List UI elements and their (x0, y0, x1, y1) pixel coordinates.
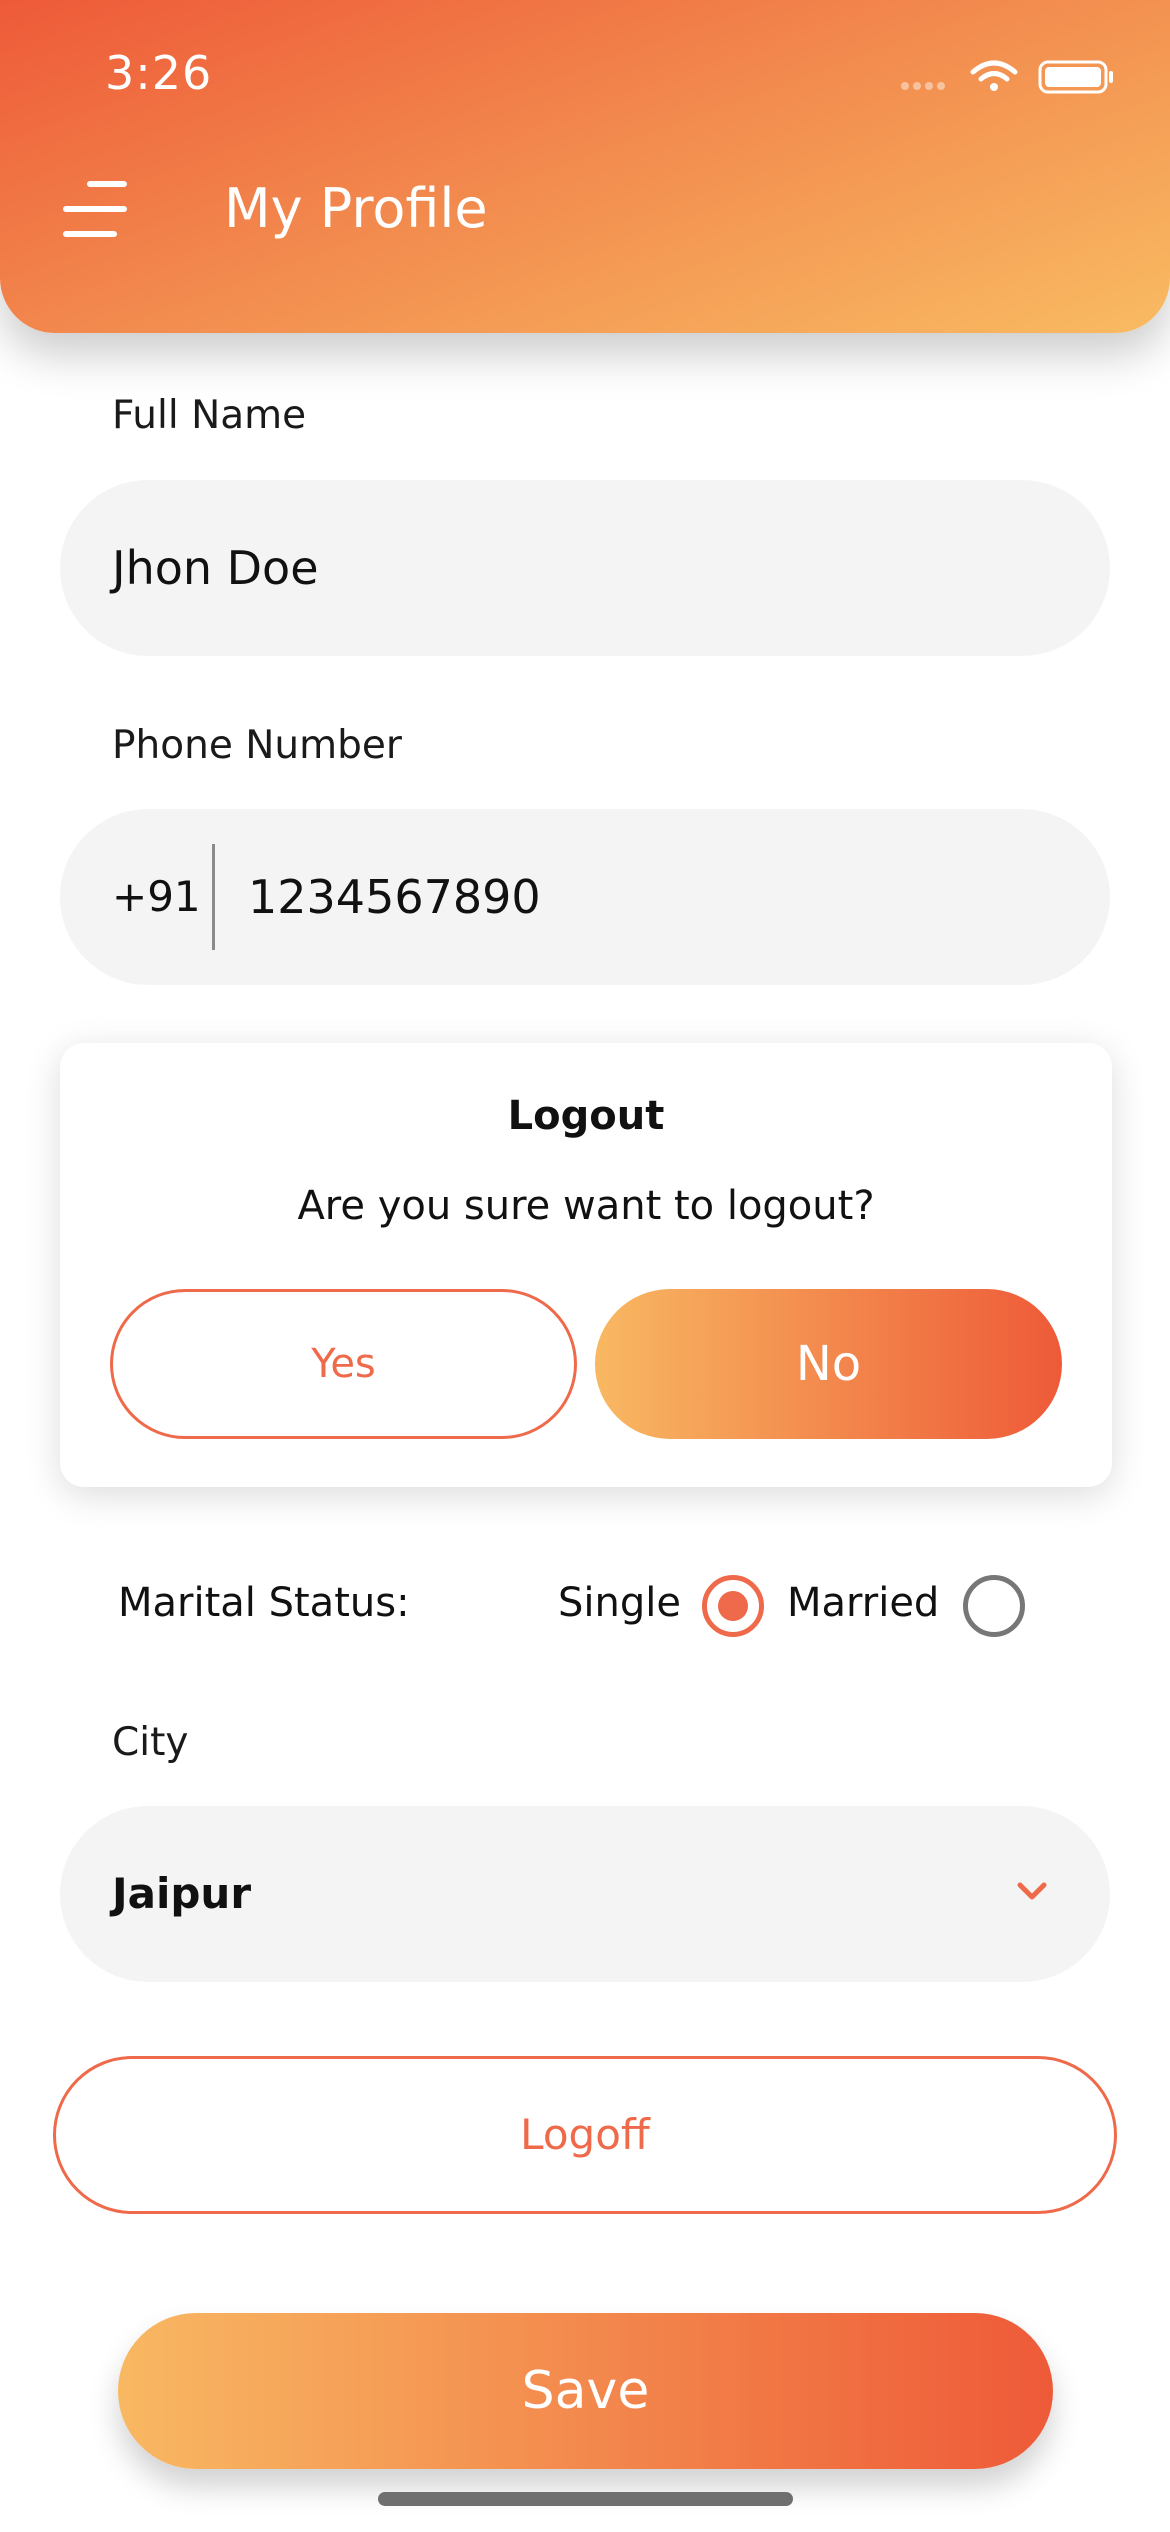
logout-dialog: Logout Are you sure want to logout? Yes … (60, 1043, 1112, 1487)
city-label: City (112, 1720, 189, 1765)
status-icons (901, 60, 1113, 94)
page-title: My Profile (224, 177, 488, 240)
dialog-title: Logout (507, 1093, 665, 1139)
wifi-icon (970, 60, 1018, 91)
single-radio[interactable] (702, 1575, 764, 1637)
full-name-value: Jhon Doe (112, 541, 319, 595)
chevron-down-icon[interactable] (1014, 1878, 1050, 1904)
logoff-button[interactable]: Logoff (53, 2056, 1117, 2214)
phone-number-field[interactable]: +91 1234567890 (60, 809, 1110, 985)
married-option-label[interactable]: Married (787, 1580, 939, 1626)
full-name-label: Full Name (112, 393, 307, 438)
no-button[interactable]: No (595, 1289, 1062, 1439)
full-name-field[interactable]: Jhon Doe (60, 480, 1110, 656)
country-code[interactable]: +91 (112, 809, 201, 985)
status-time: 3:26 (105, 46, 213, 100)
city-value: Jaipur (112, 1869, 252, 1918)
marital-status-label: Marital Status: (118, 1580, 410, 1626)
dialog-message: Are you sure want to logout? (297, 1183, 875, 1229)
yes-button[interactable]: Yes (110, 1289, 577, 1439)
city-dropdown[interactable]: Jaipur (60, 1806, 1110, 1982)
signal-icon (901, 82, 945, 90)
menu-icon[interactable] (62, 178, 132, 240)
phone-divider (212, 844, 215, 950)
single-option-label[interactable]: Single (558, 1580, 681, 1626)
battery-icon (1038, 60, 1113, 94)
save-button[interactable]: Save (118, 2313, 1053, 2469)
married-radio[interactable] (963, 1575, 1025, 1637)
app-header: 3:26 My Profile (0, 0, 1170, 333)
home-indicator (378, 2492, 793, 2506)
phone-number-label: Phone Number (112, 723, 402, 768)
phone-number-value: 1234567890 (248, 870, 541, 924)
